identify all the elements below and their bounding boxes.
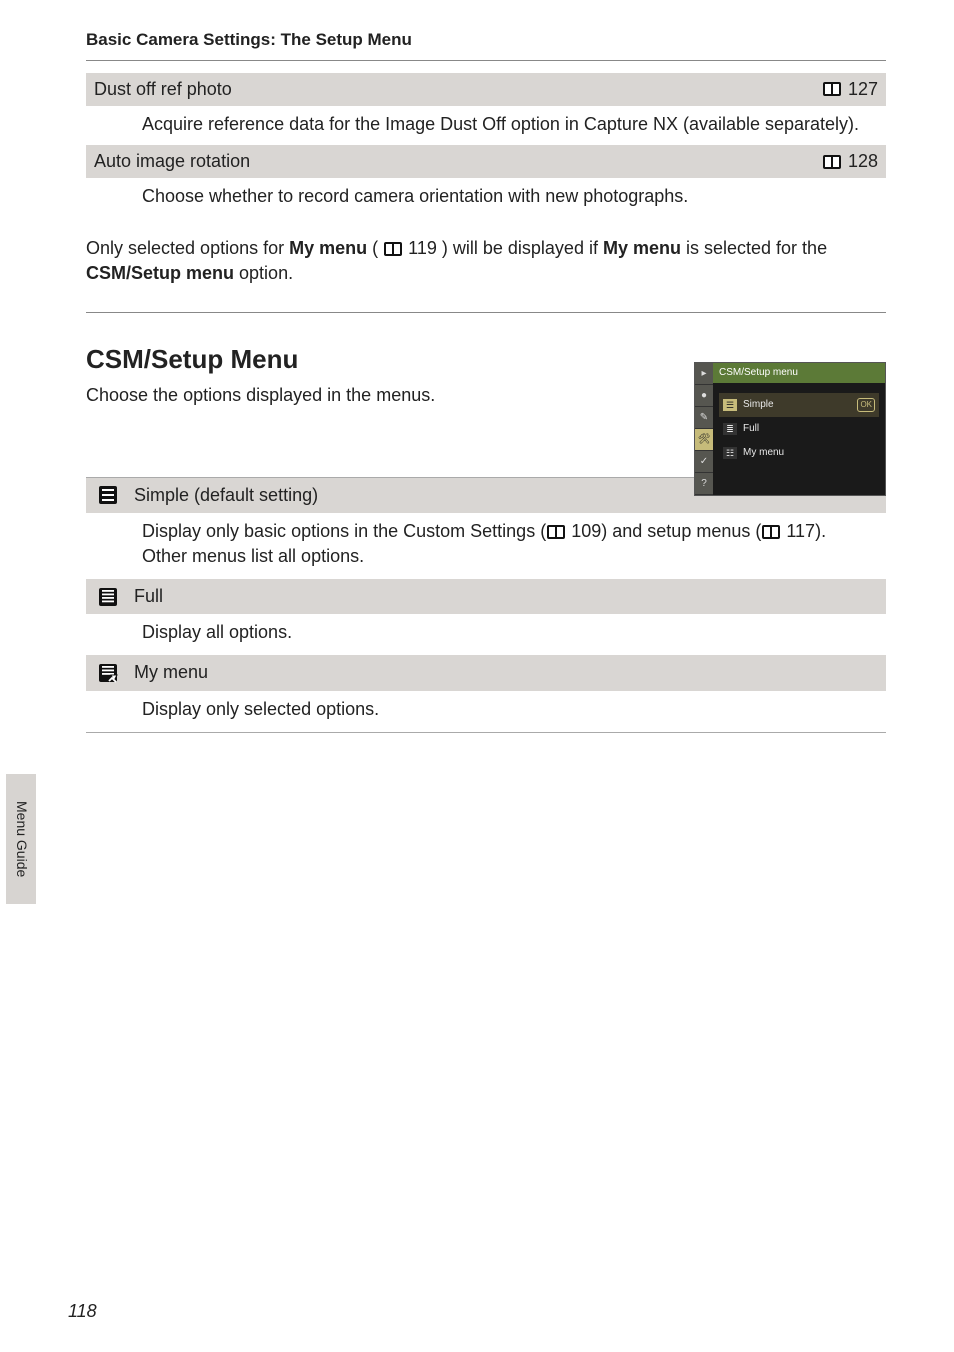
mid-paragraph: Only selected options for My menu ( 119 …: [86, 236, 886, 286]
lcd-item-selected: ☰ Simple OK: [719, 393, 879, 417]
simple-icon: [94, 485, 122, 505]
lcd-tab: ?: [695, 473, 713, 495]
lcd-tab-active: 🛠: [695, 429, 713, 451]
bold-text: My menu: [603, 238, 681, 258]
camera-lcd: ▸ ● ✎ 🛠 ✓ ? CSM/Setup menu ☰ Simple OK ≣…: [694, 362, 886, 496]
option-header: My menu: [86, 655, 886, 690]
page-ref-number: 128: [848, 149, 878, 174]
settings-rows: Dust off ref photo 127 Acquire reference…: [86, 73, 886, 218]
setting-title: Auto image rotation: [94, 149, 250, 174]
lcd-tab: ●: [695, 385, 713, 407]
lcd-tab: ✓: [695, 451, 713, 473]
page-ref-number: 109: [571, 521, 601, 541]
option-desc: Display only selected options.: [86, 691, 886, 732]
side-tab: Menu Guide: [6, 774, 36, 904]
lcd-title: CSM/Setup menu: [713, 363, 885, 383]
running-head: Basic Camera Settings: The Setup Menu: [86, 28, 886, 61]
option-row: My menu Display only selected options.: [86, 655, 886, 731]
text: (: [372, 238, 378, 258]
page-ref-number: 119: [408, 238, 437, 258]
text: ) and setup menus (: [601, 521, 761, 541]
setting-row: Auto image rotation 128 Choose whether t…: [86, 145, 886, 217]
option-desc: Display all options.: [86, 614, 886, 655]
lcd-sidebar: ▸ ● ✎ 🛠 ✓ ?: [695, 363, 713, 495]
option-title: Simple (default setting): [134, 483, 318, 508]
setting-title: Dust off ref photo: [94, 77, 232, 102]
page-reference: 128: [822, 149, 878, 174]
full-icon: [94, 587, 122, 607]
full-icon: ≣: [723, 423, 737, 435]
lcd-body: ☰ Simple OK ≣ Full ☷ My menu: [713, 383, 885, 495]
book-icon: [547, 525, 565, 539]
option-header: Full: [86, 579, 886, 614]
book-icon: [823, 155, 841, 169]
text: is selected for the: [686, 238, 827, 258]
page-number: 118: [68, 1299, 97, 1324]
text: Only selected options for: [86, 238, 289, 258]
lcd-item-label: Simple: [743, 398, 774, 412]
page-ref-number: 117: [786, 521, 815, 541]
simple-icon: ☰: [723, 399, 737, 411]
ok-badge: OK: [857, 398, 875, 411]
bold-text: CSM/Setup menu: [86, 263, 234, 283]
side-tab-label: Menu Guide: [11, 801, 31, 877]
setting-desc: Choose whether to record camera orientat…: [86, 178, 886, 217]
lcd-main: CSM/Setup menu ☰ Simple OK ≣ Full ☷ My m…: [713, 363, 885, 495]
page-reference: 127: [822, 77, 878, 102]
page: Basic Camera Settings: The Setup Menu Du…: [0, 0, 954, 1352]
lcd-tab: ✎: [695, 407, 713, 429]
setting-row-header: Dust off ref photo 127: [86, 73, 886, 106]
lcd-item-label: My menu: [743, 446, 784, 460]
mymenu-icon: [94, 663, 122, 683]
book-icon: [823, 82, 841, 96]
lcd-item: ☷ My menu: [719, 441, 879, 465]
option-row: Full Display all options.: [86, 579, 886, 655]
lcd-tab: ▸: [695, 363, 713, 385]
book-icon: [762, 525, 780, 539]
option-title: Full: [134, 584, 163, 609]
divider: [86, 312, 886, 313]
setting-row-header: Auto image rotation 128: [86, 145, 886, 178]
options-table: Simple (default setting) Display only ba…: [86, 477, 886, 733]
setting-row: Dust off ref photo 127 Acquire reference…: [86, 73, 886, 145]
option-title: My menu: [134, 660, 208, 685]
book-icon: [384, 242, 402, 256]
option-desc: Display only basic options in the Custom…: [86, 513, 886, 579]
text: Display only basic options in the Custom…: [142, 521, 546, 541]
mymenu-icon: ☷: [723, 447, 737, 459]
setting-desc: Acquire reference data for the Image Dus…: [86, 106, 886, 145]
text: ) will be displayed if: [442, 238, 603, 258]
lcd-item-label: Full: [743, 422, 759, 436]
text: option.: [239, 263, 293, 283]
bold-text: My menu: [289, 238, 367, 258]
lcd-item: ≣ Full: [719, 417, 879, 441]
page-ref-number: 127: [848, 77, 878, 102]
